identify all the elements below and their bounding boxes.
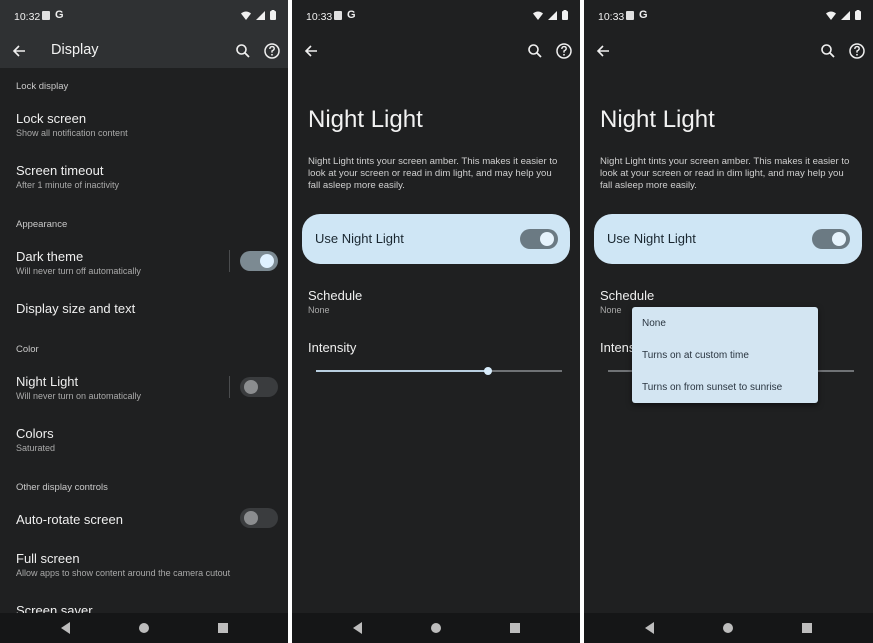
use-night-light-label: Use Night Light: [315, 231, 404, 246]
nav-home-icon[interactable]: [139, 623, 149, 633]
search-icon[interactable]: [819, 42, 837, 60]
night-light-subtitle: Will never turn on automatically: [16, 391, 142, 401]
use-night-light-label: Use Night Light: [607, 231, 696, 246]
google-icon: G: [639, 9, 648, 21]
status-bar: 10:33 G: [292, 0, 580, 34]
use-night-light-card[interactable]: Use Night Light: [594, 214, 862, 264]
wifi-icon: [241, 11, 251, 20]
display-settings-screen: 10:32 G Display Lock display Lock screen…: [0, 0, 288, 643]
dark-theme-title: Dark theme: [16, 249, 84, 264]
google-icon: G: [55, 9, 64, 21]
use-night-light-card[interactable]: Use Night Light: [302, 214, 570, 264]
signal-icon: [841, 10, 850, 20]
status-icons: [241, 10, 276, 20]
divider: [229, 250, 230, 272]
night-light-screen: 10:33 G Night Light Night Light tints yo…: [292, 0, 580, 643]
help-icon[interactable]: [262, 41, 282, 61]
night-light-schedule-screen: 10:33 G Night Light Night Light tints yo…: [584, 0, 873, 643]
schedule-dropdown-menu: None Turns on at custom time Turns on fr…: [632, 307, 818, 403]
search-icon[interactable]: [526, 42, 544, 60]
battery-icon: [562, 10, 568, 20]
section-other-display-controls: Other display controls: [16, 482, 108, 493]
auto-rotate-title: Auto-rotate screen: [16, 512, 123, 527]
page-heading: Night Light: [600, 106, 715, 133]
signal-icon: [256, 10, 265, 20]
page-heading: Night Light: [308, 106, 423, 133]
dropdown-option-sunset-sunrise[interactable]: Turns on from sunset to sunrise: [642, 382, 782, 393]
full-screen-title: Full screen: [16, 551, 80, 566]
colors-title: Colors: [16, 426, 54, 441]
help-icon[interactable]: [554, 41, 574, 61]
help-icon[interactable]: [847, 41, 867, 61]
description-text: Night Light tints your screen amber. Thi…: [600, 156, 850, 191]
navigation-bar: [292, 613, 580, 643]
back-arrow-icon[interactable]: [10, 42, 28, 60]
dropdown-option-custom-time[interactable]: Turns on at custom time: [642, 350, 749, 361]
dropdown-option-none[interactable]: None: [642, 318, 666, 329]
app-bar: [292, 34, 580, 68]
nav-recents-icon[interactable]: [218, 623, 228, 633]
dark-theme-subtitle: Will never turn off automatically: [16, 266, 141, 276]
navigation-bar: [584, 613, 873, 643]
screen-timeout-title: Screen timeout: [16, 163, 104, 178]
schedule-title: Schedule: [308, 288, 363, 303]
display-size-title: Display size and text: [16, 301, 136, 316]
back-arrow-icon[interactable]: [302, 42, 320, 60]
status-time: 10:32: [14, 11, 41, 23]
status-time: 10:33: [306, 11, 333, 23]
battery-icon: [270, 10, 276, 20]
status-icons: [533, 10, 568, 20]
night-light-title: Night Light: [16, 374, 79, 389]
description-text: Night Light tints your screen amber. Thi…: [308, 156, 558, 191]
nav-back-icon[interactable]: [645, 622, 654, 634]
divider: [229, 376, 230, 398]
auto-rotate-toggle[interactable]: [240, 508, 278, 528]
use-night-light-toggle[interactable]: [812, 229, 850, 249]
wifi-icon: [533, 11, 543, 20]
status-time: 10:33: [598, 11, 625, 23]
status-bar: 10:32 G: [0, 0, 288, 34]
status-icons: [826, 10, 861, 20]
notification-icon: [334, 11, 342, 20]
lock-screen-subtitle: Show all notification content: [16, 128, 128, 138]
google-icon: G: [347, 9, 356, 21]
schedule-title: Schedule: [600, 288, 655, 303]
wifi-icon: [826, 11, 836, 20]
app-bar: [584, 34, 873, 68]
screen-timeout-subtitle: After 1 minute of inactivity: [16, 180, 120, 190]
back-arrow-icon[interactable]: [594, 42, 612, 60]
section-color: Color: [16, 344, 39, 355]
section-appearance: Appearance: [16, 219, 68, 230]
use-night-light-toggle[interactable]: [520, 229, 558, 249]
intensity-title: Intensity: [308, 340, 357, 355]
battery-icon: [855, 10, 861, 20]
search-icon[interactable]: [234, 42, 252, 60]
nav-back-icon[interactable]: [353, 622, 362, 634]
dark-theme-toggle[interactable]: [240, 251, 278, 271]
lock-screen-title: Lock screen: [16, 111, 87, 126]
schedule-value: None: [600, 305, 622, 315]
notification-icon: [42, 11, 50, 20]
colors-subtitle: Saturated: [16, 443, 56, 453]
app-bar: Display: [0, 34, 288, 68]
nav-home-icon[interactable]: [723, 623, 733, 633]
navigation-bar: [0, 613, 288, 643]
page-title: Display: [51, 42, 99, 58]
notification-icon: [626, 11, 634, 20]
status-bar: 10:33 G: [584, 0, 873, 34]
schedule-value: None: [308, 305, 330, 315]
night-light-toggle[interactable]: [240, 377, 278, 397]
slider-thumb[interactable]: [484, 367, 493, 375]
nav-recents-icon[interactable]: [802, 623, 812, 633]
nav-back-icon[interactable]: [61, 622, 70, 634]
section-lock-display: Lock display: [16, 81, 69, 92]
full-screen-subtitle: Allow apps to show content around the ca…: [16, 568, 231, 578]
nav-recents-icon[interactable]: [510, 623, 520, 633]
nav-home-icon[interactable]: [431, 623, 441, 633]
slider-fill: [316, 370, 489, 372]
signal-icon: [548, 10, 557, 20]
